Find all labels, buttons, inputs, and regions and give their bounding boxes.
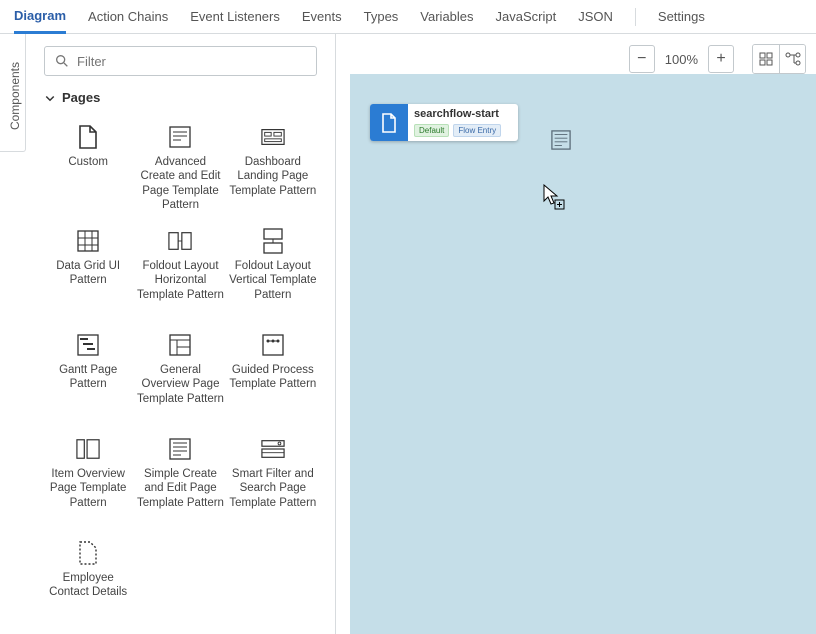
component-gantt[interactable]: Gantt Page Pattern <box>44 329 132 425</box>
canvas-area: − 100% + searchflow-start <box>336 34 816 634</box>
tree-view-button[interactable] <box>779 45 805 73</box>
tab-types[interactable]: Types <box>364 0 399 34</box>
component-label: Employee Contact Details <box>44 571 132 629</box>
foldout-v-icon <box>261 229 285 253</box>
component-label: Advanced Create and Edit Page Template P… <box>136 155 224 213</box>
tab-action-chains[interactable]: Action Chains <box>88 0 168 34</box>
top-tabs: Diagram Action Chains Event Listeners Ev… <box>0 0 816 34</box>
grid-icon <box>759 52 773 66</box>
tab-javascript[interactable]: JavaScript <box>496 0 557 34</box>
grid-view-button[interactable] <box>753 45 779 73</box>
page-icon <box>76 125 100 149</box>
component-item-overview[interactable]: Item Overview Page Template Pattern <box>44 433 132 529</box>
simple-form-icon <box>168 437 192 461</box>
component-custom[interactable]: Custom <box>44 121 132 217</box>
tab-json[interactable]: JSON <box>578 0 613 34</box>
component-general-overview[interactable]: General Overview Page Template Pattern <box>136 329 224 425</box>
foldout-h-icon <box>168 229 192 253</box>
zoom-in-button[interactable]: + <box>708 45 734 73</box>
zoom-out-button[interactable]: − <box>629 45 655 73</box>
component-foldout-h[interactable]: Foldout Layout Horizontal Template Patte… <box>136 225 224 321</box>
page-icon <box>370 104 408 141</box>
section-pages-label: Pages <box>62 90 100 105</box>
page-dashed-icon <box>76 541 100 565</box>
node-title: searchflow-start <box>414 108 512 120</box>
component-label: Item Overview Page Template Pattern <box>44 467 132 525</box>
section-pages-header[interactable]: Pages <box>44 90 317 105</box>
badge-default: Default <box>414 124 449 137</box>
item-overview-icon <box>76 437 100 461</box>
smart-filter-icon <box>261 437 285 461</box>
dashboard-icon <box>261 125 285 149</box>
component-simple-create-edit[interactable]: Simple Create and Edit Page Template Pat… <box>136 433 224 529</box>
tab-event-listeners[interactable]: Event Listeners <box>190 0 280 34</box>
gantt-icon <box>76 333 100 357</box>
tab-events[interactable]: Events <box>302 0 342 34</box>
component-dashboard-landing[interactable]: Dashboard Landing Page Template Pattern <box>229 121 317 217</box>
component-palette: Pages Custom Advanced Create and Edit Pa… <box>26 34 336 634</box>
component-label: Simple Create and Edit Page Template Pat… <box>136 467 224 525</box>
filter-input[interactable] <box>44 46 317 76</box>
canvas-toolbar: − 100% + <box>629 44 806 74</box>
badge-flow-entry: Flow Entry <box>453 124 501 137</box>
component-label: Foldout Layout Horizontal Template Patte… <box>136 259 224 317</box>
side-tab-components[interactable]: Components <box>0 34 26 152</box>
component-label: Data Grid UI Pattern <box>44 259 132 317</box>
chevron-down-icon <box>44 92 56 104</box>
diagram-canvas[interactable]: searchflow-start Default Flow Entry <box>350 74 816 634</box>
side-tab-label: Components <box>8 56 22 136</box>
component-label: Gantt Page Pattern <box>44 363 132 421</box>
search-icon <box>54 53 70 69</box>
component-foldout-v[interactable]: Foldout Layout Vertical Template Pattern <box>229 225 317 321</box>
component-label: Smart Filter and Search Page Template Pa… <box>229 467 317 525</box>
component-label: Guided Process Template Pattern <box>229 363 317 421</box>
component-guided-process[interactable]: Guided Process Template Pattern <box>229 329 317 425</box>
cursor-icon <box>543 184 565 213</box>
component-data-grid[interactable]: Data Grid UI Pattern <box>44 225 132 321</box>
tab-diagram[interactable]: Diagram <box>14 0 66 34</box>
component-label: Dashboard Landing Page Template Pattern <box>229 155 317 213</box>
form-icon <box>168 125 192 149</box>
drag-preview-icon <box>551 130 571 150</box>
component-label: Custom <box>44 155 132 213</box>
component-employee-contact[interactable]: Employee Contact Details <box>44 537 132 633</box>
component-label: General Overview Page Template Pattern <box>136 363 224 421</box>
component-label: Foldout Layout Vertical Template Pattern <box>229 259 317 317</box>
tab-divider <box>635 8 636 26</box>
flow-node-searchflow-start[interactable]: searchflow-start Default Flow Entry <box>370 104 518 141</box>
guided-icon <box>261 333 285 357</box>
grid-icon <box>76 229 100 253</box>
component-adv-create-edit[interactable]: Advanced Create and Edit Page Template P… <box>136 121 224 217</box>
tree-icon <box>785 52 801 66</box>
overview-icon <box>168 333 192 357</box>
component-smart-filter[interactable]: Smart Filter and Search Page Template Pa… <box>229 433 317 529</box>
tab-variables[interactable]: Variables <box>420 0 473 34</box>
zoom-value: 100% <box>665 52 698 67</box>
tab-settings[interactable]: Settings <box>658 0 705 34</box>
